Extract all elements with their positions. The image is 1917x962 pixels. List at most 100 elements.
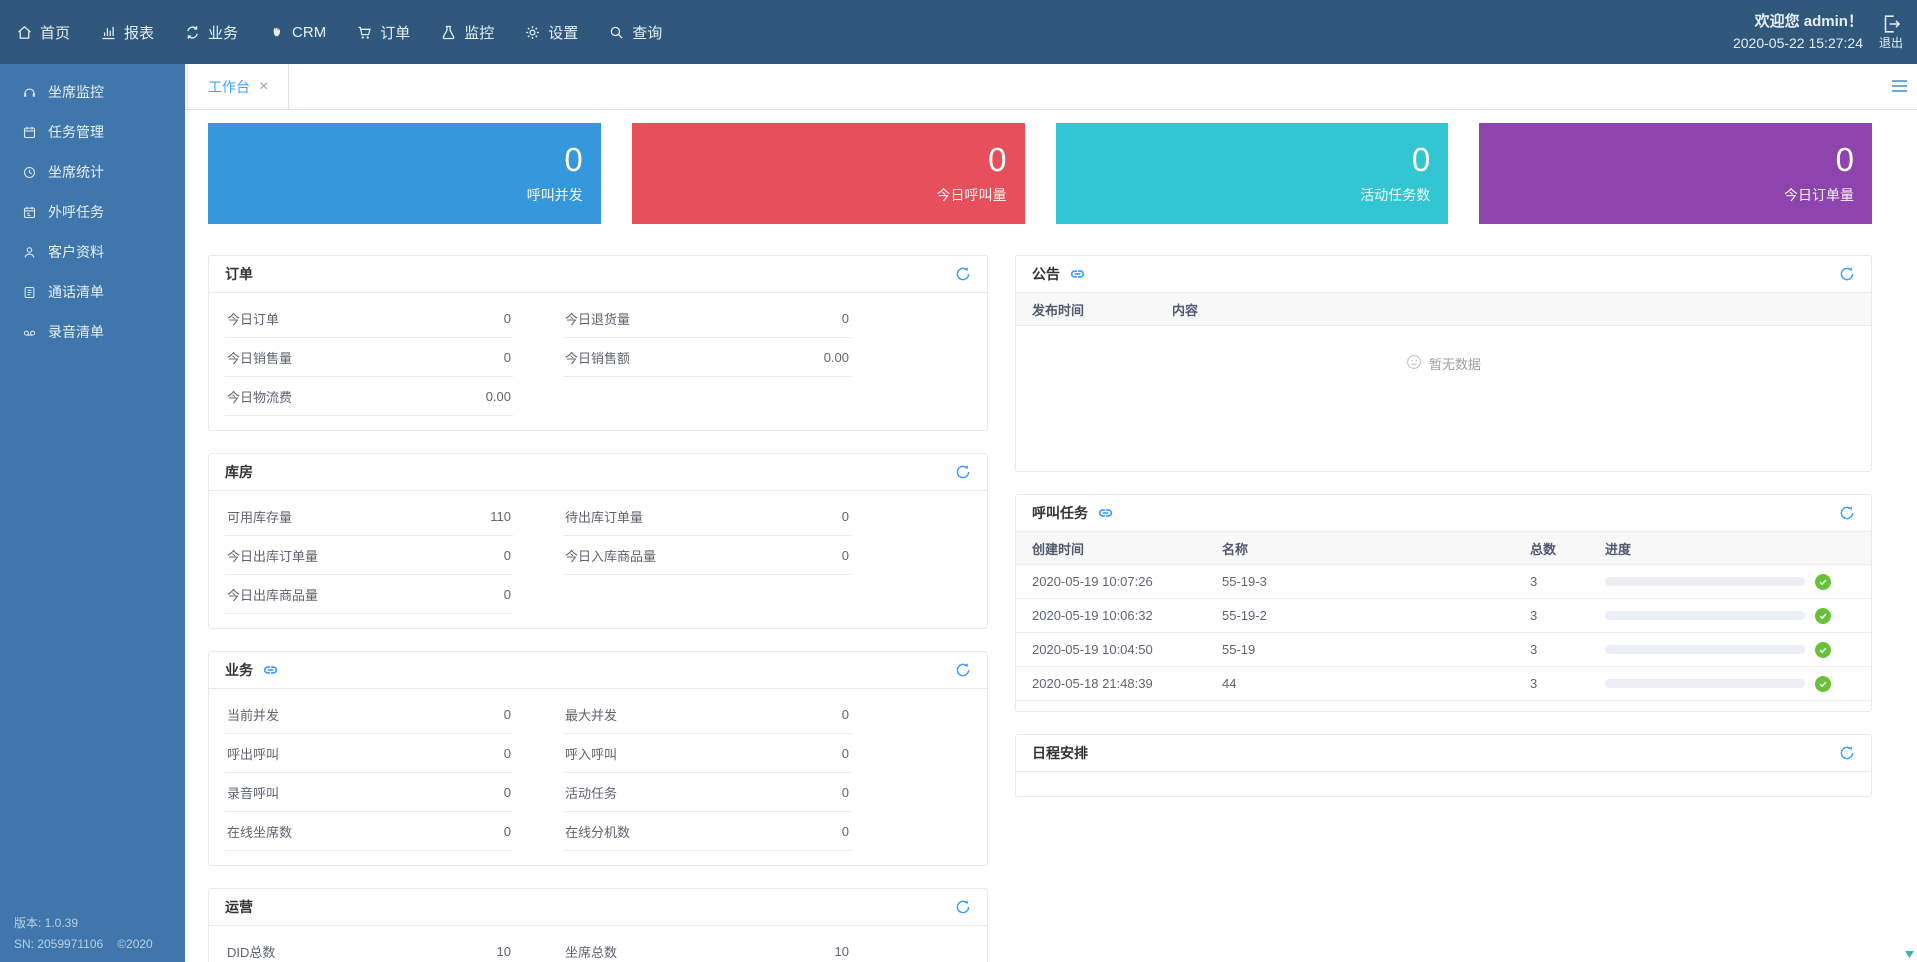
top-navbar: 首页 报表 业务 CRM 订单 监控 设置 查询 xyxy=(0,0,1917,64)
kv-row: 呼出呼叫0 xyxy=(225,734,513,773)
check-circle-icon xyxy=(1815,608,1831,624)
menu-label: 报表 xyxy=(124,22,154,43)
version-text: 版本: 1.0.39 xyxy=(14,913,167,933)
main-area: 工作台 × 0 呼叫并发 0 今日呼叫量 0 活动任务数 0 今日订单量 xyxy=(185,64,1917,962)
kv-row: 在线分机数0 xyxy=(563,812,851,851)
refresh-icon xyxy=(955,899,971,915)
flask-icon xyxy=(440,24,457,41)
empty-state: 暂无数据 xyxy=(1016,326,1871,471)
panel-call-tasks: 呼叫任务 创建时间 名称 总数 进度 2020-05-19 10:07:26 5… xyxy=(1015,494,1872,712)
kv-row: 活动任务0 xyxy=(563,773,851,812)
kv-row: 今日退货量0 xyxy=(563,299,851,338)
link-icon[interactable] xyxy=(1097,506,1114,520)
menu-orders[interactable]: 订单 xyxy=(356,22,410,43)
kv-row: 今日销售量0 xyxy=(225,338,513,377)
sidebar-item-outbound-tasks[interactable]: 外呼任务 xyxy=(0,192,185,232)
dashboard-content: 0 呼叫并发 0 今日呼叫量 0 活动任务数 0 今日订单量 订单 xyxy=(185,110,1917,962)
sidebar-item-seat-statistics[interactable]: 坐席统计 xyxy=(0,152,185,192)
kv-row: 坐席总数10 xyxy=(563,932,851,962)
stat-card-active-tasks: 0 活动任务数 xyxy=(1056,123,1449,224)
kv-row: 今日出库商品量0 xyxy=(225,575,513,614)
refresh-icon xyxy=(1839,745,1855,761)
stat-label: 活动任务数 xyxy=(1360,185,1430,205)
logout-label: 退出 xyxy=(1879,36,1903,50)
sidebar-item-task-management[interactable]: 任务管理 xyxy=(0,112,185,152)
sidebar-item-label: 录音清单 xyxy=(48,322,104,342)
main-menu: 首页 报表 业务 CRM 订单 监控 设置 查询 xyxy=(0,22,692,43)
home-icon xyxy=(16,24,33,41)
sidebar-item-label: 任务管理 xyxy=(48,122,104,142)
empty-face-icon xyxy=(1406,354,1422,373)
panel-title: 订单 xyxy=(225,264,253,284)
task-calendar-icon xyxy=(22,125,37,140)
tab-label: 工作台 xyxy=(208,77,250,97)
stat-card-today-orders: 0 今日订单量 xyxy=(1479,123,1872,224)
menu-business[interactable]: 业务 xyxy=(184,22,238,43)
sidebar-item-label: 客户资料 xyxy=(48,242,104,262)
sync-icon xyxy=(184,24,201,41)
tab-close-icon[interactable]: × xyxy=(259,79,268,95)
stat-value: 0 xyxy=(564,143,582,176)
progress-bar xyxy=(1605,577,1805,586)
panel-title: 库房 xyxy=(225,462,253,482)
stat-cards-row: 0 呼叫并发 0 今日呼叫量 0 活动任务数 0 今日订单量 xyxy=(208,123,1872,224)
sidebar-item-seat-monitor[interactable]: 坐席监控 xyxy=(0,72,185,112)
sidebar-item-customer-data[interactable]: 客户资料 xyxy=(0,232,185,272)
stat-card-call-concurrency: 0 呼叫并发 xyxy=(208,123,601,224)
menu-label: 查询 xyxy=(632,22,662,43)
menu-crm[interactable]: CRM xyxy=(268,24,326,41)
panel-announcements: 公告 发布时间 内容 暂无数据 xyxy=(1015,255,1872,472)
welcome-text: 欢迎您 admin！ xyxy=(1733,10,1863,33)
refresh-button[interactable] xyxy=(1839,745,1855,761)
refresh-icon xyxy=(955,266,971,282)
refresh-button[interactable] xyxy=(1839,505,1855,521)
refresh-button[interactable] xyxy=(1839,266,1855,282)
panel-orders: 订单 今日订单0 今日销售量0 今日物流费0.00 今日退货量0 今日销售额0.… xyxy=(208,255,988,431)
logout-button[interactable]: 退出 xyxy=(1879,13,1903,50)
sidebar-item-label: 通话清单 xyxy=(48,282,104,302)
call-task-row: 2020-05-19 10:07:26 55-19-3 3 xyxy=(1016,565,1871,599)
search-icon xyxy=(608,24,625,41)
sidebar-item-label: 坐席统计 xyxy=(48,162,104,182)
menu-monitor[interactable]: 监控 xyxy=(440,22,494,43)
sidebar-item-call-records[interactable]: 通话清单 xyxy=(0,272,185,312)
progress-bar xyxy=(1605,611,1805,620)
chart-icon xyxy=(100,24,117,41)
check-circle-icon xyxy=(1815,574,1831,590)
progress-bar xyxy=(1605,645,1805,654)
panel-business: 业务 当前并发0 呼出呼叫0 录音呼叫0 在线坐席数0 最大并发0 xyxy=(208,651,988,866)
kv-row: 在线坐席数0 xyxy=(225,812,513,851)
menu-query[interactable]: 查询 xyxy=(608,22,662,43)
crm-hand-icon xyxy=(268,24,285,41)
kv-row: 待出库订单量0 xyxy=(563,497,851,536)
kv-row: 今日入库商品量0 xyxy=(563,536,851,575)
sidebar-item-recording-list[interactable]: 录音清单 xyxy=(0,312,185,352)
menu-label: 设置 xyxy=(548,22,578,43)
link-icon[interactable] xyxy=(262,663,279,677)
menu-settings[interactable]: 设置 xyxy=(524,22,578,43)
link-icon[interactable] xyxy=(1069,267,1086,281)
menu-label: 订单 xyxy=(380,22,410,43)
tab-list-icon[interactable] xyxy=(1892,80,1907,95)
menu-label: 首页 xyxy=(40,22,70,43)
stat-value: 0 xyxy=(1412,143,1430,176)
check-circle-icon xyxy=(1815,676,1831,692)
refresh-button[interactable] xyxy=(955,266,971,282)
call-list-icon xyxy=(22,285,37,300)
menu-home[interactable]: 首页 xyxy=(16,22,70,43)
stats-clock-icon xyxy=(22,165,37,180)
scrollbar-down-arrow[interactable] xyxy=(1903,948,1916,961)
outbound-calendar-icon xyxy=(22,205,37,220)
username: admin xyxy=(1804,13,1848,30)
refresh-button[interactable] xyxy=(955,662,971,678)
stat-card-today-calls: 0 今日呼叫量 xyxy=(632,123,1025,224)
refresh-button[interactable] xyxy=(955,899,971,915)
stat-label: 呼叫并发 xyxy=(527,185,583,205)
refresh-button[interactable] xyxy=(955,464,971,480)
refresh-icon xyxy=(955,662,971,678)
menu-reports[interactable]: 报表 xyxy=(100,22,154,43)
panel-title: 呼叫任务 xyxy=(1032,503,1088,523)
menu-label: 监控 xyxy=(464,22,494,43)
tab-workbench[interactable]: 工作台 × xyxy=(187,64,289,109)
gear-icon xyxy=(524,24,541,41)
